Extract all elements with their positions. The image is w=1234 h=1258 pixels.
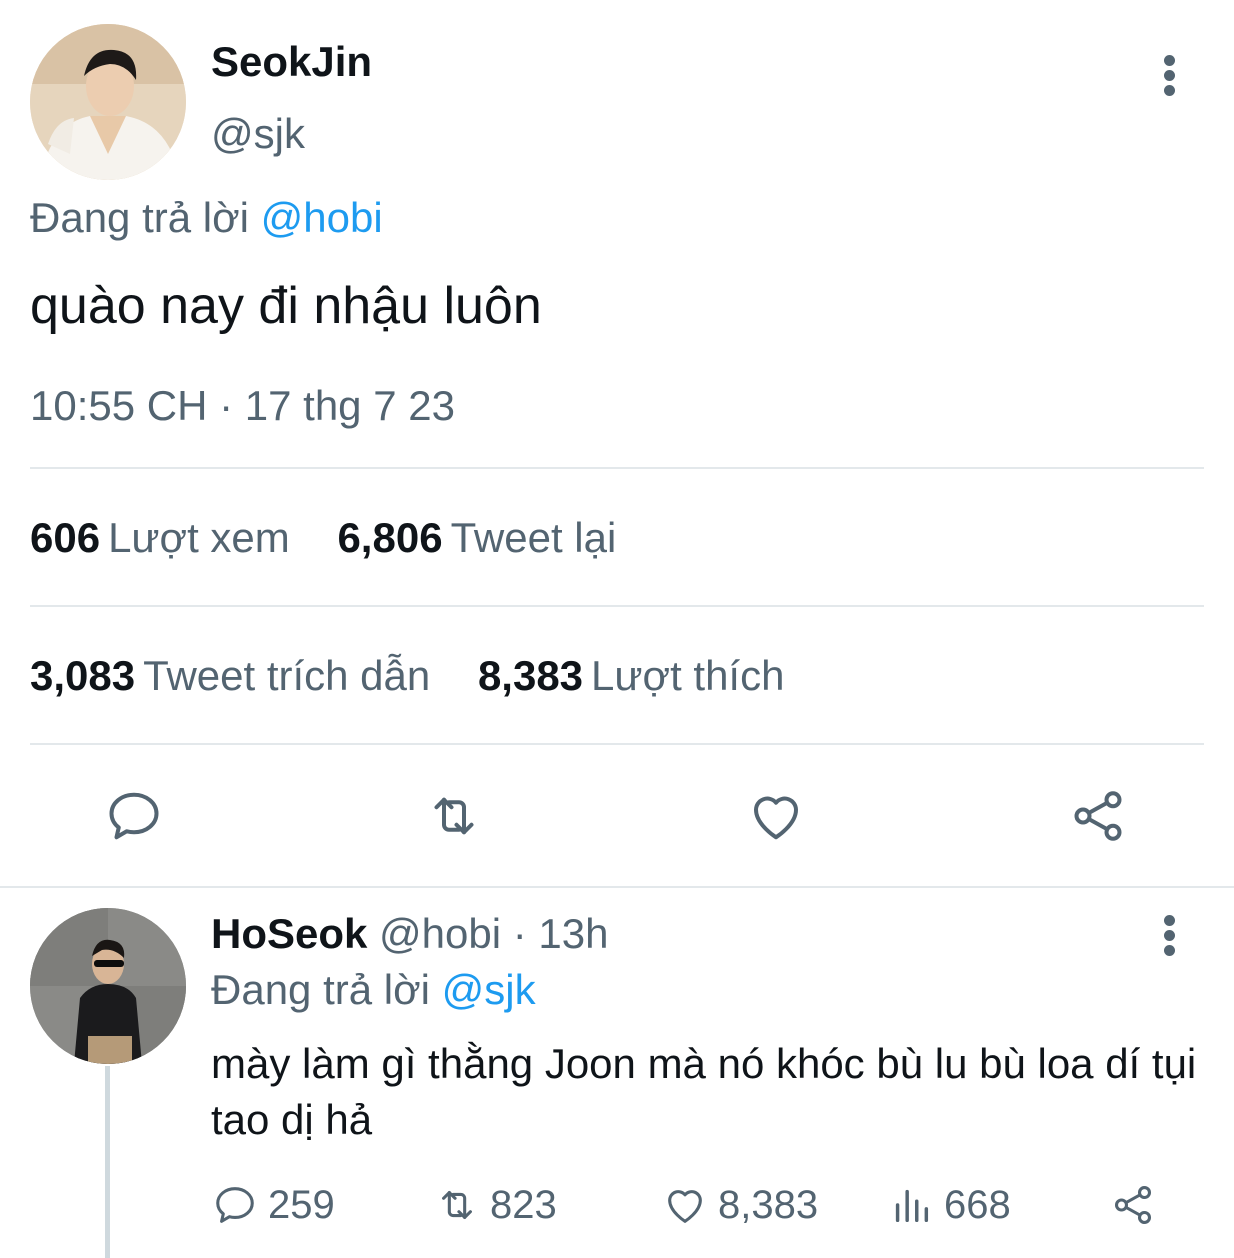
replying-to: Đang trả lời @hobi [30, 194, 383, 242]
reply-age[interactable]: · 13h [513, 910, 609, 957]
views-count: 606 [30, 514, 101, 561]
reply-replying-to: Đang trả lời @sjk [211, 966, 536, 1014]
author-handle[interactable]: @sjk [211, 110, 305, 158]
quotes-count: 3,083 [30, 652, 136, 699]
views-label: Lượt xem [108, 514, 290, 561]
author-name[interactable]: SeokJin [211, 38, 372, 86]
tweet-timestamp[interactable]: 10:55 CH · 17 thg 7 23 [30, 382, 455, 430]
avatar-photo [30, 24, 186, 180]
quotes-label: Tweet trích dẫn [143, 652, 431, 699]
reply-author-handle[interactable]: @hobi [379, 910, 501, 957]
retweets-count: 6,806 [337, 514, 443, 561]
thread-line [105, 1066, 110, 1258]
like-count: 8,383 [718, 1182, 819, 1227]
retweets-label: Tweet lại [450, 514, 617, 561]
likes-label: Lượt thích [591, 652, 785, 699]
quotes-stat[interactable]: 3,083 Tweet trích dẫn [30, 652, 430, 700]
retweet-icon [442, 1191, 472, 1219]
stats-row: 606 Lượt xem 6,806 Tweet lại [30, 514, 652, 562]
retweets-stat[interactable]: 6,806 Tweet lại [337, 514, 616, 562]
divider [30, 743, 1204, 745]
replying-mention[interactable]: @sjk [442, 966, 536, 1013]
likes-stat[interactable]: 8,383 Lượt thích [478, 652, 785, 700]
views-count: 668 [944, 1182, 1011, 1227]
like-icon [668, 1190, 702, 1223]
views-icon [895, 1189, 929, 1223]
reply-header: HoSeok @hobi · 13h [211, 910, 609, 958]
main-tweet: SeokJin @sjk Đang trả lời @hobi quào nay… [0, 0, 1234, 880]
like-icon[interactable] [746, 786, 806, 846]
share-icon[interactable] [1068, 786, 1128, 846]
views-stat: 606 Lượt xem [30, 514, 290, 562]
stats-row: 3,083 Tweet trích dẫn 8,383 Lượt thích [30, 652, 820, 700]
more-options-icon[interactable] [1164, 915, 1176, 957]
reply-author-name[interactable]: HoSeok [211, 910, 367, 957]
divider [30, 467, 1204, 469]
avatar-seokjin[interactable] [30, 24, 186, 180]
like-action[interactable]: 8,383 [662, 1180, 818, 1230]
tweet-text: quào nay đi nhậu luôn [30, 277, 542, 335]
share-action[interactable] [1110, 1180, 1166, 1230]
reply-action[interactable]: 259 [212, 1180, 335, 1230]
likes-count: 8,383 [477, 652, 584, 699]
replying-mention[interactable]: @hobi [261, 194, 383, 241]
reply-icon [216, 1187, 254, 1223]
retweet-count: 823 [490, 1182, 557, 1227]
share-icon [1114, 1186, 1152, 1224]
retweet-icon[interactable] [424, 786, 484, 846]
replying-prefix: Đang trả lời [211, 966, 430, 1013]
replying-prefix: Đang trả lời [30, 194, 249, 241]
avatar-hoseok[interactable] [30, 908, 186, 1064]
avatar-photo [30, 908, 186, 1064]
reply-icon[interactable] [104, 786, 164, 846]
section-divider [0, 886, 1234, 888]
more-options-icon[interactable] [1164, 55, 1176, 97]
reply-count: 259 [268, 1182, 335, 1227]
divider [30, 605, 1204, 607]
views-action[interactable]: 668 [888, 1180, 1011, 1230]
reply-text: mày làm gì thằng Joon mà nó khóc bù lu b… [211, 1040, 1197, 1143]
retweet-action[interactable]: 823 [434, 1180, 557, 1230]
